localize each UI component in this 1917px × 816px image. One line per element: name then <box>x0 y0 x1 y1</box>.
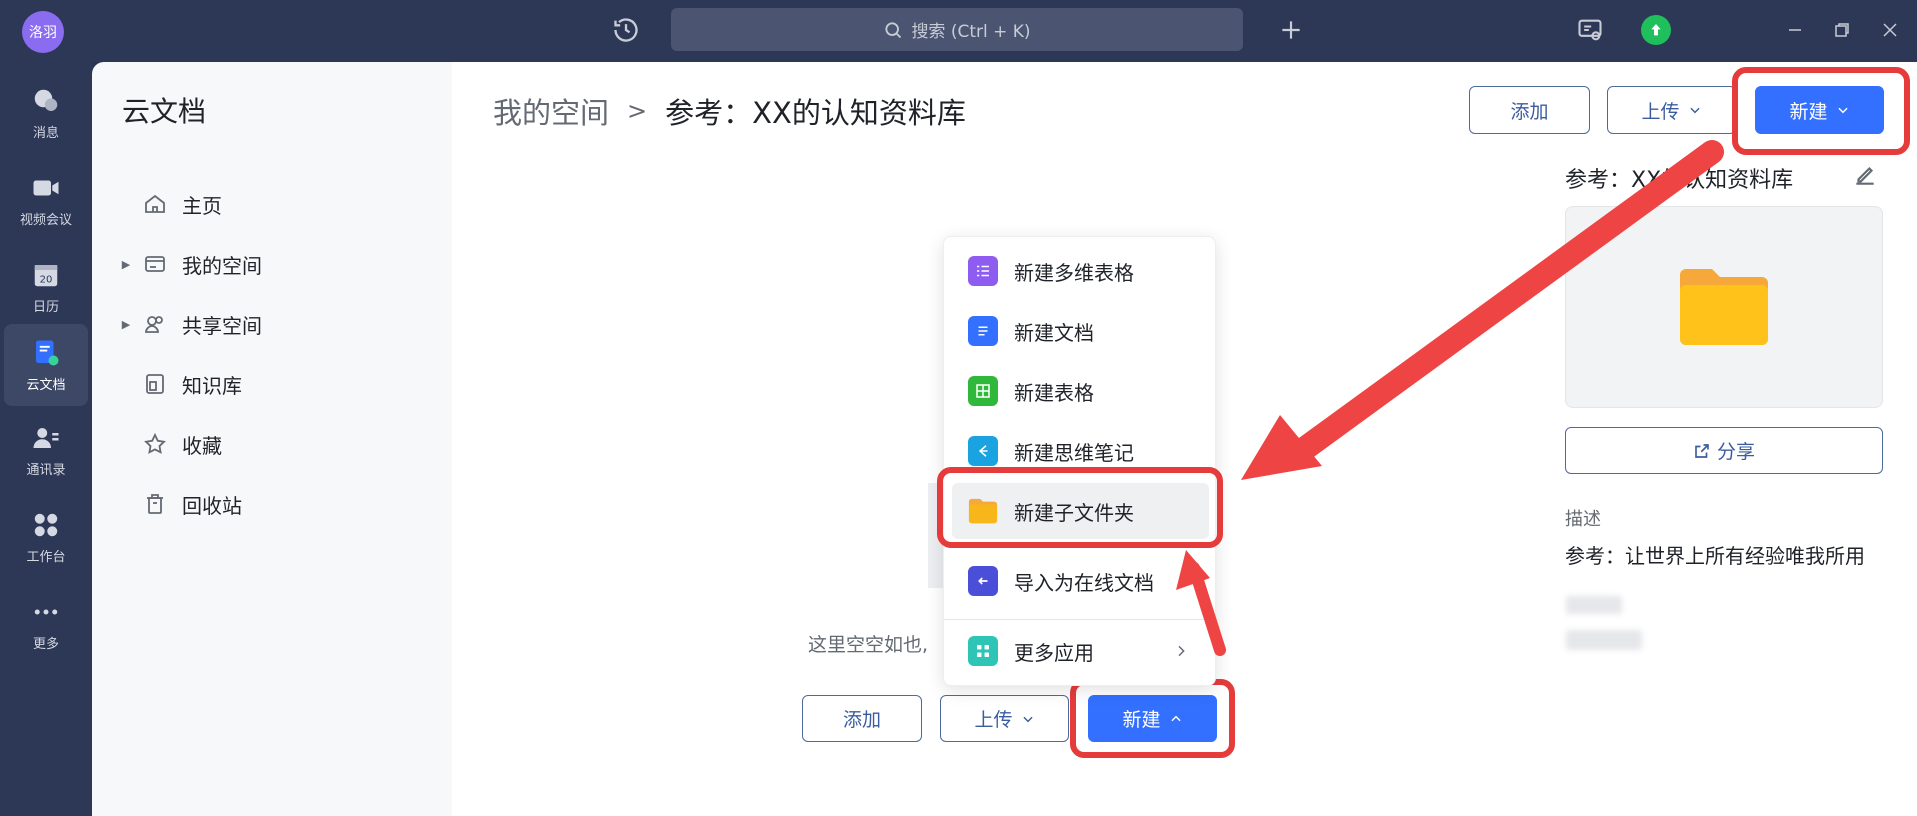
annotation-arrow-diagonal <box>1241 140 1724 480</box>
annotation-arrow-up <box>1176 550 1226 656</box>
annotation-arrows <box>1176 140 1724 656</box>
